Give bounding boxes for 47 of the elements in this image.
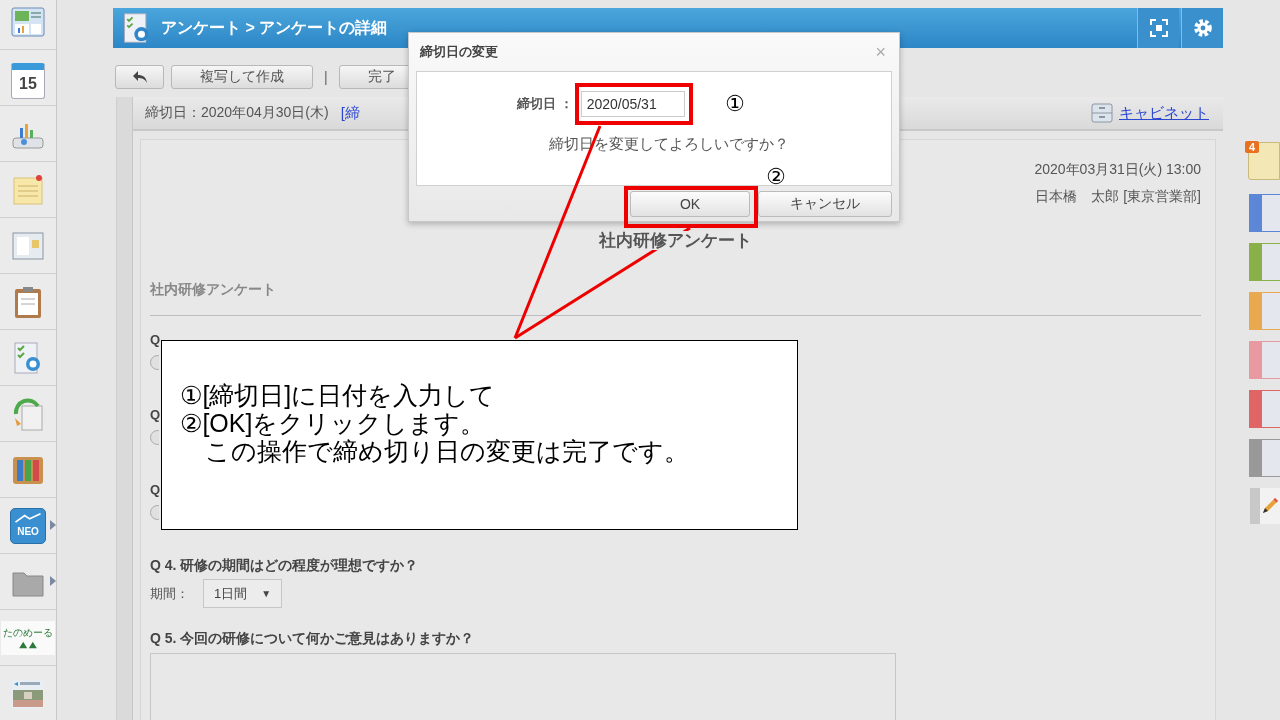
count-badge: 4 [1245, 141, 1260, 153]
callout-text: ①[締切日]に日付を入力して [180, 381, 497, 409]
step-number: ② [766, 166, 786, 188]
gear-icon [1191, 17, 1214, 39]
date-input-field[interactable]: 2020/05/31 [580, 91, 685, 117]
color-tab[interactable] [1249, 390, 1280, 428]
settings-button[interactable] [1181, 8, 1223, 48]
pencil-button[interactable] [1250, 488, 1280, 524]
question-text: Q 5. 今回の研修について何かご意見はありますか？ [150, 630, 476, 648]
created-date: 2020年03月31日(火) 13:00 [1034, 160, 1201, 179]
neo-icon[interactable]: NEO [10, 507, 46, 544]
logo-icon[interactable]: たのめーる [1, 620, 55, 655]
toolbar-separator: | [323, 69, 329, 85]
cabinet-icon [1091, 103, 1113, 123]
question-text: Q [150, 332, 160, 347]
deadline-text: 締切日：2020年04月30日(木) [145, 104, 329, 122]
fullscreen-button[interactable] [1137, 8, 1179, 48]
back-button[interactable] [115, 65, 164, 89]
ok-button[interactable]: OK [630, 191, 750, 217]
step-number: ① [725, 93, 745, 115]
color-tab[interactable] [1249, 439, 1280, 477]
color-tab[interactable] [1249, 292, 1280, 330]
change-deadline-link[interactable]: [締 [340, 103, 360, 123]
cabinet-link[interactable]: キャビネット [1119, 103, 1209, 123]
field-label: 期間： [150, 584, 189, 603]
comment-field[interactable] [150, 653, 896, 720]
color-tab[interactable] [1249, 243, 1280, 281]
field-label: 締切日 ： [517, 95, 573, 113]
author-name: 日本橋 太郎 [東京営業部] [1035, 187, 1201, 206]
question-text: Q 4. 研修の期間はどの程度が理想ですか？ [150, 557, 420, 575]
question-text: Q [150, 407, 160, 422]
resize-handle[interactable] [117, 97, 133, 720]
calendar-icon[interactable]: 15 [11, 62, 45, 99]
callout-text: ②[OK]をクリックします。 [180, 409, 487, 437]
fullscreen-icon [1148, 18, 1169, 38]
duration-dropdown[interactable]: 1日間 ▼ [203, 579, 283, 608]
callout-text: この操作で締め切り日の変更は完了です。 [204, 437, 690, 465]
color-tab[interactable] [1249, 194, 1280, 232]
question-text: Q [150, 482, 160, 497]
dialog-title: 締切日の変更 [420, 43, 498, 61]
cancel-button[interactable]: キャンセル [758, 191, 892, 217]
page-title: アンケート > アンケートの詳細 [161, 17, 388, 38]
back-arrow-icon [131, 70, 148, 84]
section-heading: 社内研修アンケート [150, 281, 277, 299]
toolbar-button[interactable]: 複写して作成 [171, 65, 313, 89]
pencil-icon [1260, 496, 1280, 516]
color-tab[interactable] [1249, 341, 1280, 379]
